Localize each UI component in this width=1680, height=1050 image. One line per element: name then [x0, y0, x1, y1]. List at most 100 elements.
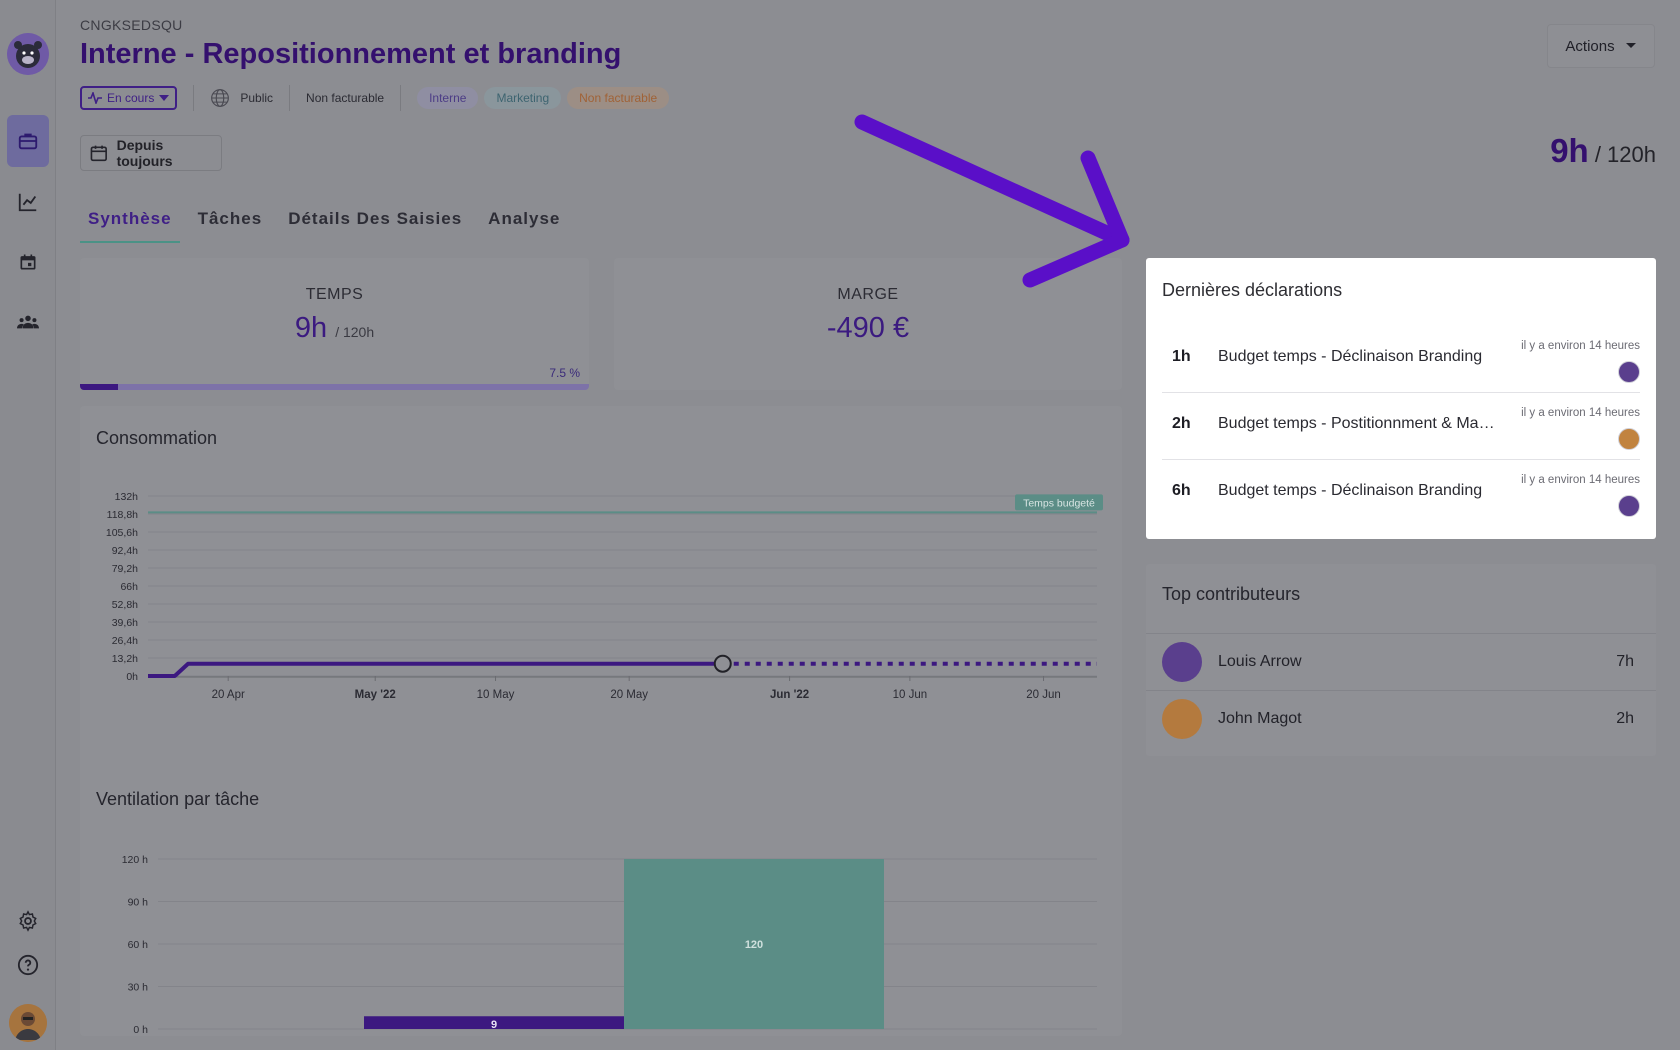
temps-percent: 7.5 % — [549, 366, 580, 380]
contributor-row[interactable]: John Magot 2h — [1146, 690, 1656, 747]
temps-progress-fill — [80, 384, 119, 390]
help-icon — [17, 954, 39, 976]
avatar — [1618, 361, 1640, 383]
divider — [193, 85, 195, 111]
nav-team[interactable] — [8, 302, 48, 342]
briefcase-icon — [18, 133, 38, 150]
total-hours: 9h / 120h — [1550, 132, 1656, 170]
current-point — [713, 654, 732, 673]
declaration-task: Budget temps - Déclinaison Branding — [1218, 348, 1483, 365]
temps-card: TEMPS 9h / 120h 7.5 % — [80, 258, 589, 390]
actions-button[interactable]: Actions — [1547, 24, 1655, 68]
avatar — [1162, 699, 1202, 739]
y-tick-label: 0 h — [133, 1024, 148, 1036]
declaration-row[interactable]: 6h Budget temps - Déclinaison Branding i… — [1162, 460, 1640, 527]
user-avatar[interactable] — [9, 1004, 47, 1042]
status-dropdown[interactable]: En cours — [80, 86, 178, 110]
declaration-task: Budget temps - Postitionnment & Marketin… — [1218, 415, 1498, 432]
bear-logo-icon — [7, 33, 49, 75]
y-tick-label: 52,8h — [112, 599, 138, 611]
declaration-time: il y a environ 14 heures — [1521, 340, 1640, 352]
bar-value-label: 9 — [491, 1019, 497, 1031]
series-line — [148, 661, 723, 678]
temps-progress-bar — [80, 384, 589, 390]
declarations-title: Dernières déclarations — [1162, 280, 1343, 300]
total-budget: / 120h — [1594, 142, 1656, 167]
y-tick-label: 66h — [120, 581, 138, 593]
y-tick-label: 26,4h — [112, 635, 138, 647]
bar-value-label: 120 — [745, 939, 763, 951]
billing-label: Non facturable — [306, 91, 385, 105]
declaration-hours: 6h — [1172, 482, 1191, 499]
tab-bar: Synthèse Tâches Détails Des Saisies Anal… — [80, 206, 578, 243]
nav-calendar[interactable] — [8, 242, 48, 282]
tag-chip: Non facturable — [567, 87, 670, 109]
visibility-label: Public — [240, 91, 274, 105]
page-title: Interne - Repositionnement et branding — [80, 38, 622, 70]
annotation-arrow — [854, 114, 1130, 288]
date-filter-label: Depuis toujours — [116, 137, 173, 169]
tab-details-saisies[interactable]: Détails Des Saisies — [280, 206, 470, 243]
tab-analyse[interactable]: Analyse — [480, 206, 568, 243]
divider — [289, 85, 291, 111]
chart-line-icon — [18, 193, 37, 212]
contributor-name: John Magot — [1218, 710, 1302, 727]
globe-icon — [211, 89, 230, 107]
x-tick-label: May '22 — [355, 689, 396, 701]
declaration-row[interactable]: 2h Budget temps - Postitionnment & Marke… — [1162, 393, 1640, 460]
tab-synthese[interactable]: Synthèse — [80, 206, 180, 243]
y-tick-label: 13,2h — [112, 653, 138, 665]
caret-down-icon — [1625, 43, 1636, 48]
app-logo[interactable] — [7, 33, 49, 75]
y-tick-label: 0h — [126, 671, 138, 683]
declaration-row[interactable]: 1h Budget temps - Déclinaison Branding i… — [1162, 326, 1640, 393]
y-tick-label: 39,6h — [112, 617, 138, 629]
temps-value: 9h / 120h — [80, 312, 589, 345]
date-filter-button[interactable]: Depuis toujours — [80, 135, 222, 171]
contributor-hours: 7h — [1616, 653, 1634, 670]
x-tick-label: 10 Jun — [893, 689, 928, 701]
y-tick-label: 105,6h — [106, 527, 138, 539]
users-icon — [17, 315, 39, 329]
divider — [400, 85, 402, 111]
status-label: En cours — [107, 91, 155, 105]
x-tick-label: Jun '22 — [770, 689, 809, 701]
y-tick-label: 90 h — [128, 897, 149, 909]
avatar-icon — [9, 1004, 47, 1042]
avatar — [1162, 642, 1202, 682]
ventilation-title: Ventilation par tâche — [96, 789, 260, 809]
nav-projects[interactable] — [7, 115, 49, 167]
nav-help[interactable] — [8, 945, 48, 985]
budget-badge-label: Temps budgeté — [1023, 497, 1095, 509]
project-code: CNGKSEDSQU — [80, 17, 183, 33]
y-tick-label: 30 h — [128, 982, 149, 994]
temps-used: 9h — [294, 312, 328, 344]
y-tick-label: 92,4h — [112, 545, 138, 557]
declaration-time: il y a environ 14 heures — [1521, 474, 1640, 486]
contributors-panel: Top contributeurs Louis Arrow 7h John Ma… — [1146, 564, 1656, 756]
pulse-icon — [88, 92, 102, 104]
contributor-row[interactable]: Louis Arrow 7h — [1146, 633, 1656, 690]
avatar — [1618, 428, 1640, 450]
calendar-icon — [20, 254, 36, 270]
x-tick-label: 10 May — [477, 689, 515, 701]
declaration-hours: 2h — [1172, 415, 1191, 432]
avatar — [1618, 495, 1640, 517]
gear-icon — [19, 910, 37, 932]
x-tick-label: 20 Jun — [1026, 689, 1061, 701]
y-tick-label: 132h — [115, 491, 139, 503]
y-tick-label: 60 h — [128, 939, 149, 951]
consumption-title: Consommation — [96, 428, 218, 448]
contributor-name: Louis Arrow — [1218, 653, 1302, 670]
nav-settings[interactable] — [8, 901, 48, 941]
x-tick-label: 20 Apr — [212, 689, 245, 701]
calendar-icon — [90, 145, 107, 162]
nav-analytics[interactable] — [8, 182, 48, 222]
ventilation-chart: 0 h 30 h 60 h 90 h 120 h 9 120 — [122, 854, 1097, 1036]
tab-taches[interactable]: Tâches — [190, 206, 271, 243]
sidebar — [0, 0, 56, 1050]
y-tick-label: 79,2h — [112, 563, 138, 575]
charts-card: Consommation 0h 13,2h 26,4h 39,6h 52,8h 66h 79… — [80, 406, 1122, 1036]
consumption-chart: 0h 13,2h 26,4h 39,6h 52,8h 66h 79,2h 92,4h 105,6… — [106, 491, 1103, 701]
total-used: 9h — [1550, 132, 1589, 169]
